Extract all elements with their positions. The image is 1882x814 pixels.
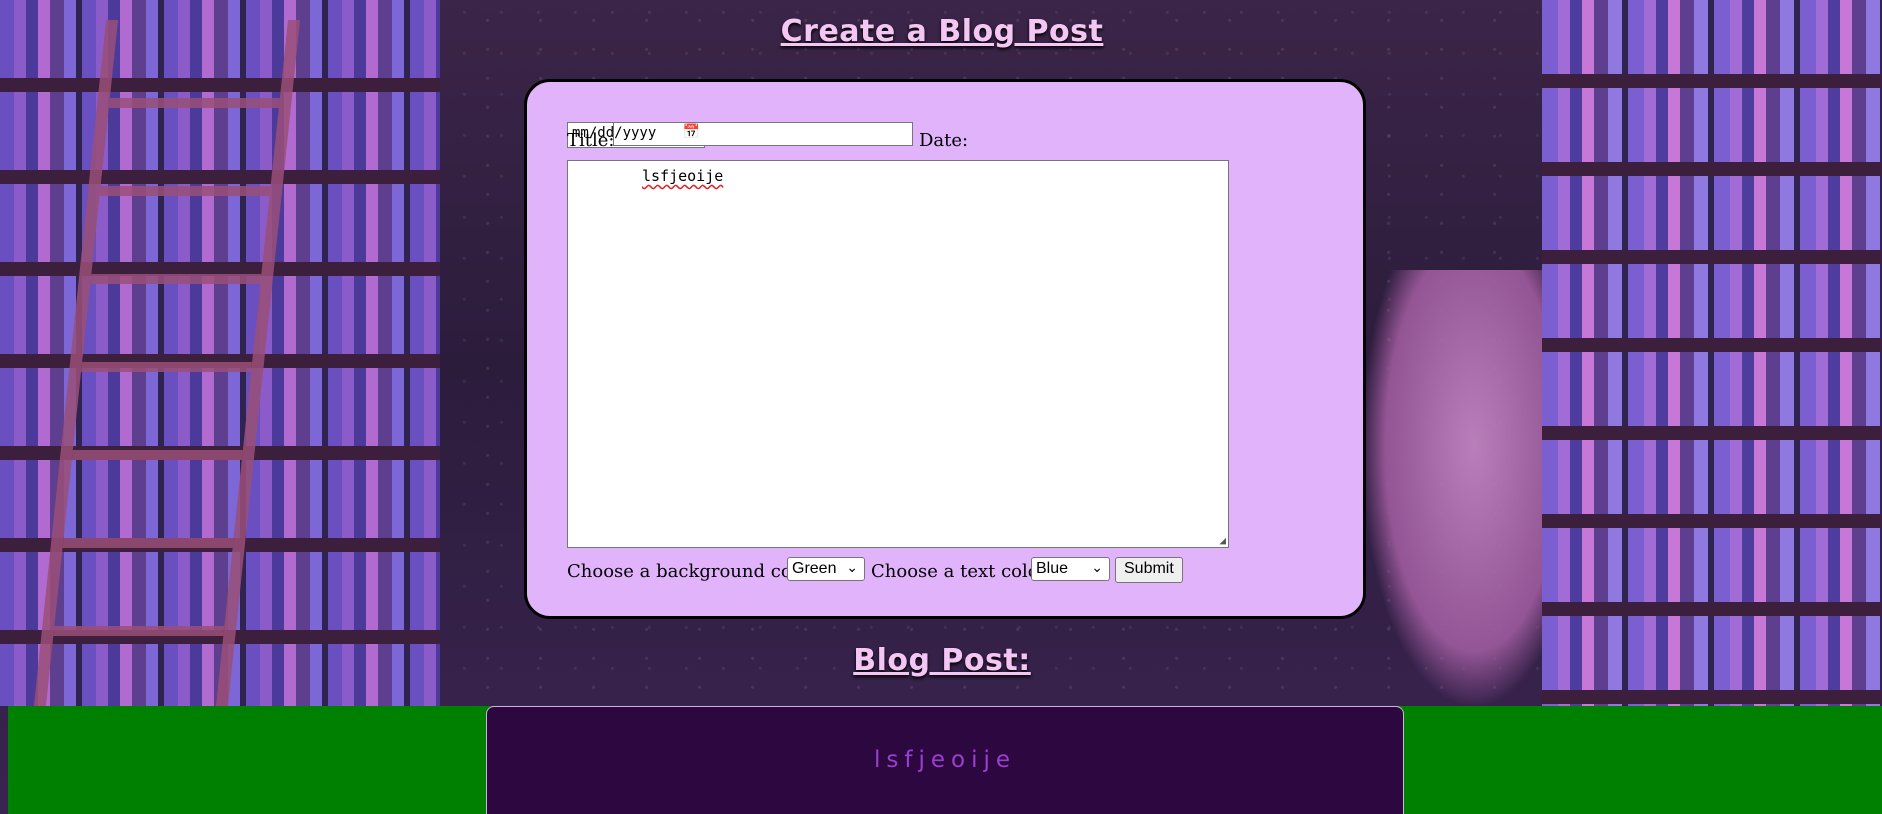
title-input[interactable] bbox=[613, 122, 913, 146]
blog-post-text: lsfjeoije bbox=[873, 747, 1016, 773]
calendar-icon[interactable]: 📅 bbox=[683, 124, 700, 140]
text-color-label: Choose a text color: bbox=[871, 561, 1054, 582]
date-label: Date: bbox=[919, 130, 969, 151]
bg-color-select[interactable]: Green ⌄ bbox=[787, 557, 865, 581]
chevron-down-icon: ⌄ bbox=[1091, 559, 1103, 575]
submit-button[interactable]: Submit bbox=[1115, 557, 1183, 583]
text-color-select[interactable]: Blue ⌄ bbox=[1031, 557, 1110, 581]
post-body-text: lsfjeoije bbox=[642, 167, 724, 185]
resize-handle-icon[interactable]: ◢ bbox=[1219, 534, 1226, 547]
options-row: Choose a background color: Green ⌄ Choos… bbox=[567, 557, 1327, 587]
chevron-down-icon: ⌄ bbox=[846, 559, 858, 575]
page-title: Create a Blog Post bbox=[780, 14, 1104, 49]
blog-post-box: lsfjeoije bbox=[486, 706, 1404, 814]
bg-color-value: Green bbox=[792, 560, 837, 577]
title-date-row: Title: Date: mm/dd/yyyy 📅 bbox=[567, 122, 968, 154]
bg-color-label: Choose a background color: bbox=[567, 561, 823, 582]
date-placeholder: mm/dd/yyyy bbox=[572, 125, 657, 141]
post-body-textarea[interactable]: lsfjeoije ◢ bbox=[567, 160, 1229, 548]
bookshelf-right-background bbox=[1542, 0, 1882, 706]
text-color-value: Blue bbox=[1036, 560, 1069, 577]
blog-form-card: Title: Date: mm/dd/yyyy 📅 lsfjeoije ◢ Cho… bbox=[524, 79, 1366, 619]
blog-post-heading: Blog Post: bbox=[853, 643, 1031, 678]
